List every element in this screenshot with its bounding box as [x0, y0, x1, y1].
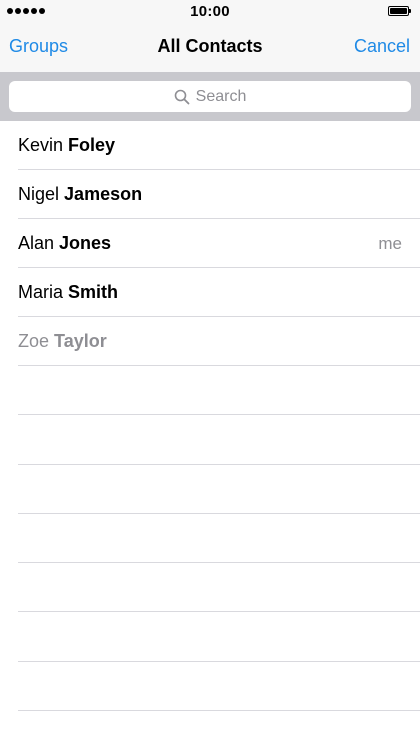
- contact-name: Nigel Jameson: [18, 184, 142, 205]
- contact-last-name: Jameson: [64, 184, 143, 204]
- contact-last-name: Foley: [68, 135, 116, 155]
- contact-name: Kevin Foley: [18, 135, 115, 156]
- contact-first-name: Maria: [18, 282, 64, 302]
- contact-name: Maria Smith: [18, 282, 118, 303]
- contacts-screen: 10:00 Groups All Contacts Cancel Search …: [0, 0, 420, 747]
- contact-row[interactable]: Kevin Foley: [0, 121, 420, 170]
- search-icon: [174, 89, 190, 104]
- empty-row: [0, 415, 420, 465]
- contact-list: Kevin Foley Nigel Jameson Alan Jones me …: [0, 121, 420, 712]
- status-time: 10:00: [190, 3, 230, 20]
- contact-row[interactable]: Maria Smith: [0, 268, 420, 317]
- empty-row: [0, 514, 420, 564]
- cancel-button[interactable]: Cancel: [354, 36, 410, 57]
- contact-first-name: Alan: [18, 233, 55, 253]
- contact-row[interactable]: Nigel Jameson: [0, 170, 420, 219]
- empty-row: [0, 465, 420, 515]
- contact-row-me[interactable]: Alan Jones me: [0, 219, 420, 268]
- status-bar: 10:00: [0, 0, 420, 22]
- contact-last-name: Smith: [68, 282, 119, 302]
- contact-last-name: Jones: [59, 233, 112, 253]
- navigation-bar: Groups All Contacts Cancel: [0, 22, 420, 72]
- contact-name: Alan Jones: [18, 233, 111, 254]
- search-placeholder: Search: [195, 87, 247, 105]
- contact-first-name: Zoe: [18, 331, 50, 351]
- battery-icon: [388, 6, 413, 16]
- contact-last-name: Taylor: [54, 331, 107, 351]
- me-badge: me: [378, 234, 402, 253]
- search-input[interactable]: Search: [9, 81, 411, 112]
- empty-row: [0, 612, 420, 663]
- search-area: Search: [0, 72, 420, 121]
- contact-row-disabled: Zoe Taylor: [0, 317, 420, 366]
- empty-row: [0, 662, 420, 712]
- contact-first-name: Nigel: [18, 184, 60, 204]
- empty-row: [0, 366, 420, 416]
- empty-row: [0, 563, 420, 613]
- contact-first-name: Kevin: [18, 135, 64, 155]
- contact-name: Zoe Taylor: [18, 331, 107, 352]
